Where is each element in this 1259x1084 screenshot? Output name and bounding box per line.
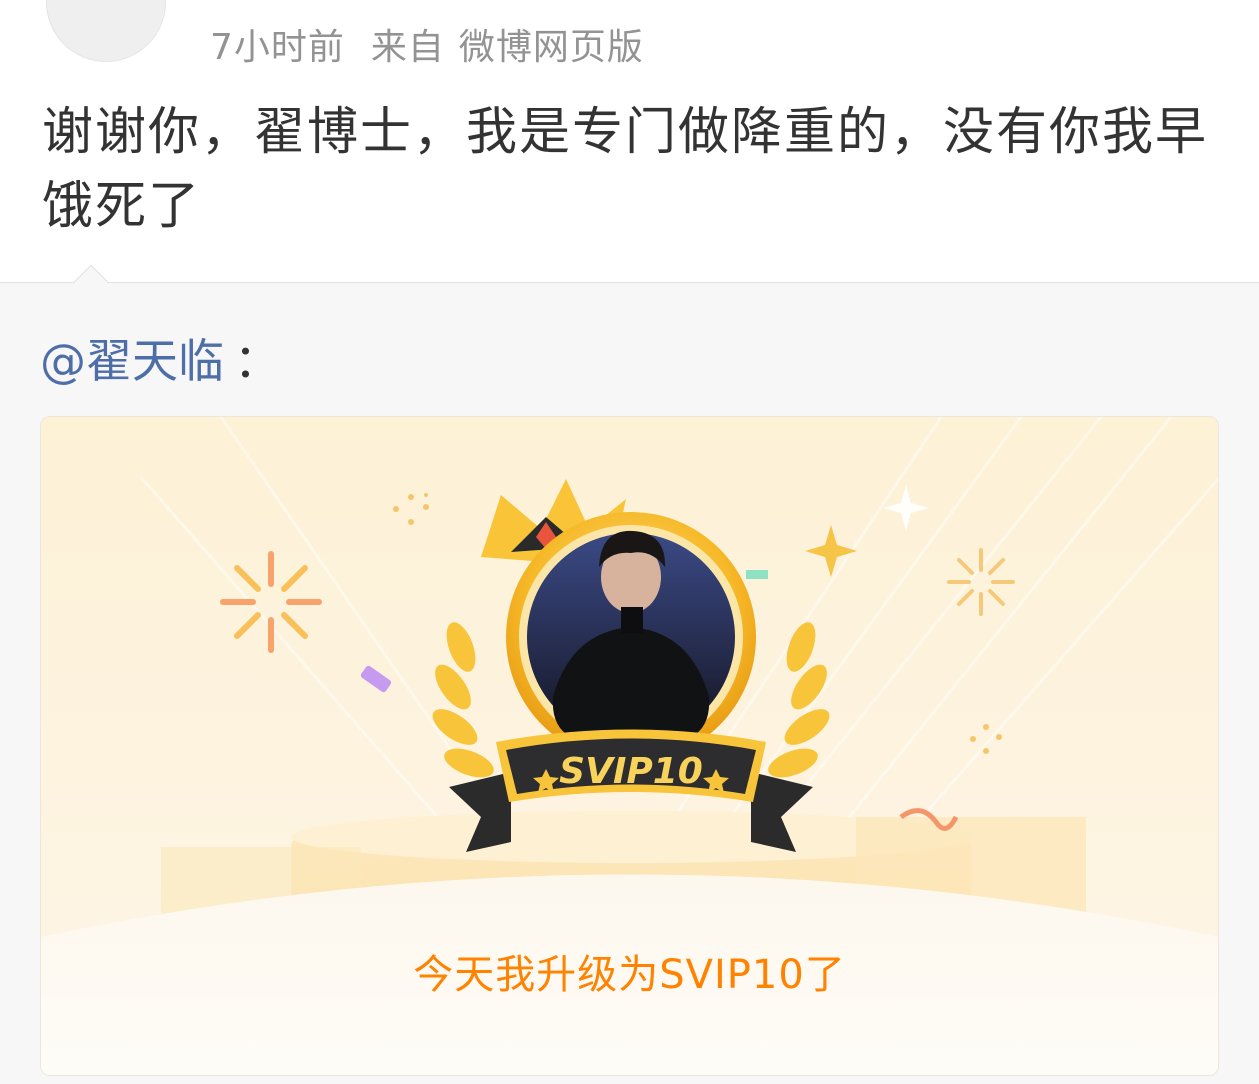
source-label: 来自	[370, 27, 445, 68]
svip-badge-label: SVIP10	[559, 751, 703, 792]
sparkle-icon	[805, 525, 857, 577]
firework-icon	[220, 551, 322, 653]
post-text: 谢谢你，翟博士，我是专门做降重的，没有你我早饿死了	[42, 103, 1209, 236]
confetti-teal	[746, 570, 768, 579]
post-time: 7小时前	[210, 27, 345, 68]
post-source[interactable]: 微博网页版	[459, 27, 644, 68]
mention-link[interactable]: @翟天临	[40, 334, 224, 388]
post-meta: 7小时前 来自 微博网页版	[210, 18, 644, 70]
confetti	[360, 665, 392, 693]
avatar[interactable]	[46, 0, 166, 62]
post-header-area: 7小时前 来自 微博网页版 谢谢你，翟博士，我是专门做降重的，没有你我早饿死了	[0, 0, 1259, 282]
firework-icon-right	[947, 548, 1015, 616]
svip-card[interactable]: SVIP10 今天我升级为SVIP10了	[40, 416, 1219, 1076]
card-caption: 今天我升级为SVIP10了	[413, 952, 846, 998]
repost-colon: ：	[234, 334, 280, 388]
repost-container[interactable]: @翟天临： SVIP10 今天我升级为SVIP10了	[0, 264, 1259, 1084]
repost-header: @翟天临：	[40, 325, 280, 391]
